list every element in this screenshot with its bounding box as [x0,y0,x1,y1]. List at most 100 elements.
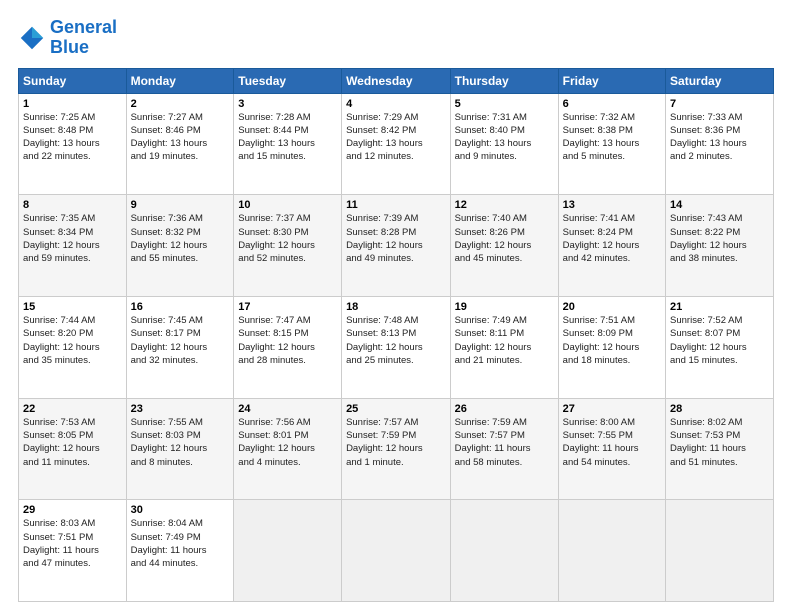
col-header-sunday: Sunday [19,68,127,93]
col-header-monday: Monday [126,68,234,93]
day-info: Sunrise: 7:31 AM Sunset: 8:40 PM Dayligh… [455,111,554,164]
day-info: Sunrise: 7:59 AM Sunset: 7:57 PM Dayligh… [455,416,554,469]
day-cell: 5Sunrise: 7:31 AM Sunset: 8:40 PM Daylig… [450,93,558,195]
day-number: 23 [131,403,230,415]
day-cell: 17Sunrise: 7:47 AM Sunset: 8:15 PM Dayli… [234,296,342,398]
day-number: 25 [346,403,446,415]
day-info: Sunrise: 8:04 AM Sunset: 7:49 PM Dayligh… [131,517,230,570]
calendar: SundayMondayTuesdayWednesdayThursdayFrid… [18,68,774,602]
day-info: Sunrise: 7:53 AM Sunset: 8:05 PM Dayligh… [23,416,122,469]
day-number: 1 [23,98,122,110]
day-number: 13 [563,199,661,211]
day-info: Sunrise: 7:44 AM Sunset: 8:20 PM Dayligh… [23,314,122,367]
header-row: SundayMondayTuesdayWednesdayThursdayFrid… [19,68,774,93]
day-number: 16 [131,301,230,313]
day-cell: 23Sunrise: 7:55 AM Sunset: 8:03 PM Dayli… [126,398,234,500]
page: General Blue SundayMondayTuesdayWednesda… [0,0,792,612]
day-number: 9 [131,199,230,211]
day-cell [234,500,342,602]
day-number: 19 [455,301,554,313]
day-number: 18 [346,301,446,313]
day-info: Sunrise: 7:40 AM Sunset: 8:26 PM Dayligh… [455,212,554,265]
day-number: 28 [670,403,769,415]
day-number: 26 [455,403,554,415]
day-number: 10 [238,199,337,211]
day-cell: 16Sunrise: 7:45 AM Sunset: 8:17 PM Dayli… [126,296,234,398]
day-cell: 6Sunrise: 7:32 AM Sunset: 8:38 PM Daylig… [558,93,665,195]
day-number: 15 [23,301,122,313]
day-number: 12 [455,199,554,211]
day-cell: 19Sunrise: 7:49 AM Sunset: 8:11 PM Dayli… [450,296,558,398]
day-number: 4 [346,98,446,110]
day-info: Sunrise: 7:55 AM Sunset: 8:03 PM Dayligh… [131,416,230,469]
day-info: Sunrise: 7:52 AM Sunset: 8:07 PM Dayligh… [670,314,769,367]
day-cell: 15Sunrise: 7:44 AM Sunset: 8:20 PM Dayli… [19,296,127,398]
day-cell: 1Sunrise: 7:25 AM Sunset: 8:48 PM Daylig… [19,93,127,195]
day-number: 6 [563,98,661,110]
day-cell: 14Sunrise: 7:43 AM Sunset: 8:22 PM Dayli… [666,195,774,297]
day-info: Sunrise: 7:47 AM Sunset: 8:15 PM Dayligh… [238,314,337,367]
day-number: 30 [131,504,230,516]
day-info: Sunrise: 7:45 AM Sunset: 8:17 PM Dayligh… [131,314,230,367]
day-cell: 25Sunrise: 7:57 AM Sunset: 7:59 PM Dayli… [342,398,451,500]
day-info: Sunrise: 7:25 AM Sunset: 8:48 PM Dayligh… [23,111,122,164]
day-cell: 27Sunrise: 8:00 AM Sunset: 7:55 PM Dayli… [558,398,665,500]
day-cell: 21Sunrise: 7:52 AM Sunset: 8:07 PM Dayli… [666,296,774,398]
day-cell: 24Sunrise: 7:56 AM Sunset: 8:01 PM Dayli… [234,398,342,500]
day-cell: 8Sunrise: 7:35 AM Sunset: 8:34 PM Daylig… [19,195,127,297]
day-cell: 28Sunrise: 8:02 AM Sunset: 7:53 PM Dayli… [666,398,774,500]
col-header-wednesday: Wednesday [342,68,451,93]
week-row-5: 29Sunrise: 8:03 AM Sunset: 7:51 PM Dayli… [19,500,774,602]
day-info: Sunrise: 7:39 AM Sunset: 8:28 PM Dayligh… [346,212,446,265]
day-info: Sunrise: 7:43 AM Sunset: 8:22 PM Dayligh… [670,212,769,265]
col-header-friday: Friday [558,68,665,93]
day-info: Sunrise: 7:49 AM Sunset: 8:11 PM Dayligh… [455,314,554,367]
day-number: 7 [670,98,769,110]
day-info: Sunrise: 7:28 AM Sunset: 8:44 PM Dayligh… [238,111,337,164]
day-number: 27 [563,403,661,415]
day-info: Sunrise: 8:03 AM Sunset: 7:51 PM Dayligh… [23,517,122,570]
day-number: 3 [238,98,337,110]
day-info: Sunrise: 7:41 AM Sunset: 8:24 PM Dayligh… [563,212,661,265]
day-cell: 13Sunrise: 7:41 AM Sunset: 8:24 PM Dayli… [558,195,665,297]
day-cell: 7Sunrise: 7:33 AM Sunset: 8:36 PM Daylig… [666,93,774,195]
day-info: Sunrise: 7:32 AM Sunset: 8:38 PM Dayligh… [563,111,661,164]
week-row-1: 1Sunrise: 7:25 AM Sunset: 8:48 PM Daylig… [19,93,774,195]
day-info: Sunrise: 7:37 AM Sunset: 8:30 PM Dayligh… [238,212,337,265]
logo-icon [18,24,46,52]
day-number: 2 [131,98,230,110]
col-header-thursday: Thursday [450,68,558,93]
day-cell [558,500,665,602]
day-cell: 10Sunrise: 7:37 AM Sunset: 8:30 PM Dayli… [234,195,342,297]
day-number: 11 [346,199,446,211]
day-cell: 29Sunrise: 8:03 AM Sunset: 7:51 PM Dayli… [19,500,127,602]
day-cell [666,500,774,602]
day-number: 20 [563,301,661,313]
day-cell: 4Sunrise: 7:29 AM Sunset: 8:42 PM Daylig… [342,93,451,195]
logo: General Blue [18,18,117,58]
day-cell: 9Sunrise: 7:36 AM Sunset: 8:32 PM Daylig… [126,195,234,297]
day-info: Sunrise: 7:27 AM Sunset: 8:46 PM Dayligh… [131,111,230,164]
day-cell: 2Sunrise: 7:27 AM Sunset: 8:46 PM Daylig… [126,93,234,195]
day-cell [450,500,558,602]
day-cell: 26Sunrise: 7:59 AM Sunset: 7:57 PM Dayli… [450,398,558,500]
day-number: 5 [455,98,554,110]
day-number: 29 [23,504,122,516]
week-row-4: 22Sunrise: 7:53 AM Sunset: 8:05 PM Dayli… [19,398,774,500]
day-cell: 3Sunrise: 7:28 AM Sunset: 8:44 PM Daylig… [234,93,342,195]
day-number: 24 [238,403,337,415]
day-info: Sunrise: 7:29 AM Sunset: 8:42 PM Dayligh… [346,111,446,164]
day-info: Sunrise: 7:35 AM Sunset: 8:34 PM Dayligh… [23,212,122,265]
day-info: Sunrise: 7:36 AM Sunset: 8:32 PM Dayligh… [131,212,230,265]
day-number: 17 [238,301,337,313]
day-info: Sunrise: 7:48 AM Sunset: 8:13 PM Dayligh… [346,314,446,367]
day-cell: 12Sunrise: 7:40 AM Sunset: 8:26 PM Dayli… [450,195,558,297]
day-number: 21 [670,301,769,313]
header: General Blue [18,18,774,58]
day-info: Sunrise: 7:51 AM Sunset: 8:09 PM Dayligh… [563,314,661,367]
logo-text2: Blue [50,38,117,58]
day-cell: 20Sunrise: 7:51 AM Sunset: 8:09 PM Dayli… [558,296,665,398]
day-info: Sunrise: 8:02 AM Sunset: 7:53 PM Dayligh… [670,416,769,469]
day-info: Sunrise: 8:00 AM Sunset: 7:55 PM Dayligh… [563,416,661,469]
day-cell: 22Sunrise: 7:53 AM Sunset: 8:05 PM Dayli… [19,398,127,500]
